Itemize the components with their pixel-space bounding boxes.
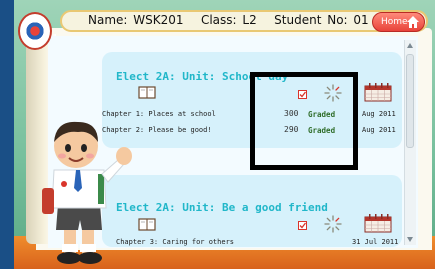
- highlight-box: [250, 72, 358, 170]
- chapter-date: 31 Jul 2011: [352, 238, 399, 246]
- checkbox-icon[interactable]: [298, 221, 307, 230]
- home-button-label: Home: [381, 17, 408, 27]
- book-icon[interactable]: [138, 86, 156, 99]
- loading-spinner-icon: [324, 215, 342, 233]
- home-icon: [407, 16, 419, 28]
- emblem-inner: [25, 19, 45, 43]
- calendar-icon[interactable]: [364, 82, 392, 102]
- student-number: Student No: 01: [274, 13, 369, 27]
- chapter-date: Aug 2011: [362, 110, 396, 118]
- book-icon[interactable]: [138, 218, 156, 231]
- unit-title: Elect 2A: Unit: Be a good friend: [116, 201, 328, 214]
- unit-card: Elect 2A: Unit: Be a good friend Chapter…: [102, 175, 402, 247]
- home-button[interactable]: Home: [372, 12, 425, 32]
- left-edge-strip: [0, 0, 14, 269]
- chapter-date: Aug 2011: [362, 126, 396, 134]
- scroll-up-arrow-icon[interactable]: [406, 42, 414, 50]
- school-emblem: [18, 12, 52, 50]
- student-name: Name: WSK201: [88, 13, 184, 27]
- scroll-down-arrow-icon[interactable]: [406, 235, 414, 243]
- calendar-icon[interactable]: [364, 213, 392, 233]
- scrollbar-thumb[interactable]: [406, 54, 414, 148]
- student-mascot: [42, 121, 132, 264]
- student-info: Name: WSK201 Class: L2 Student No: 01: [88, 13, 369, 27]
- student-class: Class: L2: [200, 13, 257, 27]
